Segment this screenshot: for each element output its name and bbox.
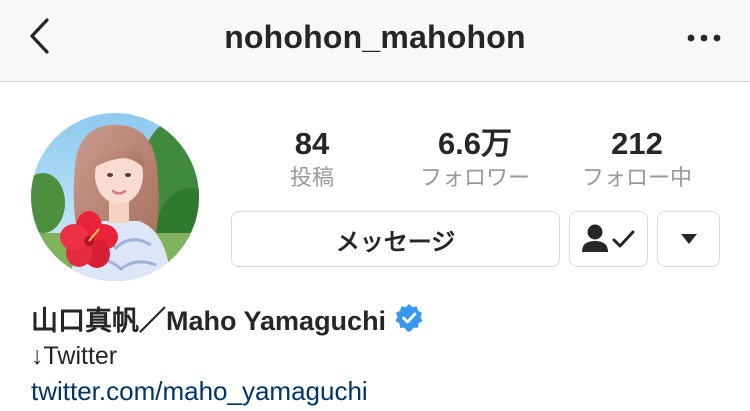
bio-link[interactable]: twitter.com/maho_yamaguchi [31,376,368,407]
ellipsis-horizontal-icon[interactable] [682,20,726,56]
navigation-bar: nohohon_mahohon [0,0,750,82]
suggested-dropdown-button[interactable] [657,211,720,267]
display-name: 山口真帆／Maho Yamaguchi [31,305,387,336]
stat-following-label: フォロー中 [581,165,692,190]
stat-following-count: 212 [611,126,663,161]
message-button[interactable]: メッセージ [231,211,560,267]
stat-posts-count: 84 [294,126,330,161]
profile-name-row: 山口真帆／Maho Yamaguchi [31,300,424,336]
caret-down-icon [680,234,697,244]
stat-posts-label: 投稿 [289,165,334,190]
stat-followers-count: 6.6万 [437,126,513,161]
verified-badge-icon [395,304,423,332]
stat-following[interactable]: 212 フォロー中 [562,124,712,193]
bio-text: ↓Twitter [31,342,118,370]
profile-avatar[interactable] [31,113,199,281]
person-check-icon [581,224,634,252]
username-title: nohohon_mahohon [224,19,526,55]
stat-followers[interactable]: 6.6万 フォロワー [400,124,550,193]
profile-photo [31,113,199,281]
following-button[interactable] [569,211,648,267]
stat-posts[interactable]: 84 投稿 [237,124,387,193]
stat-followers-label: フォロワー [419,165,530,190]
